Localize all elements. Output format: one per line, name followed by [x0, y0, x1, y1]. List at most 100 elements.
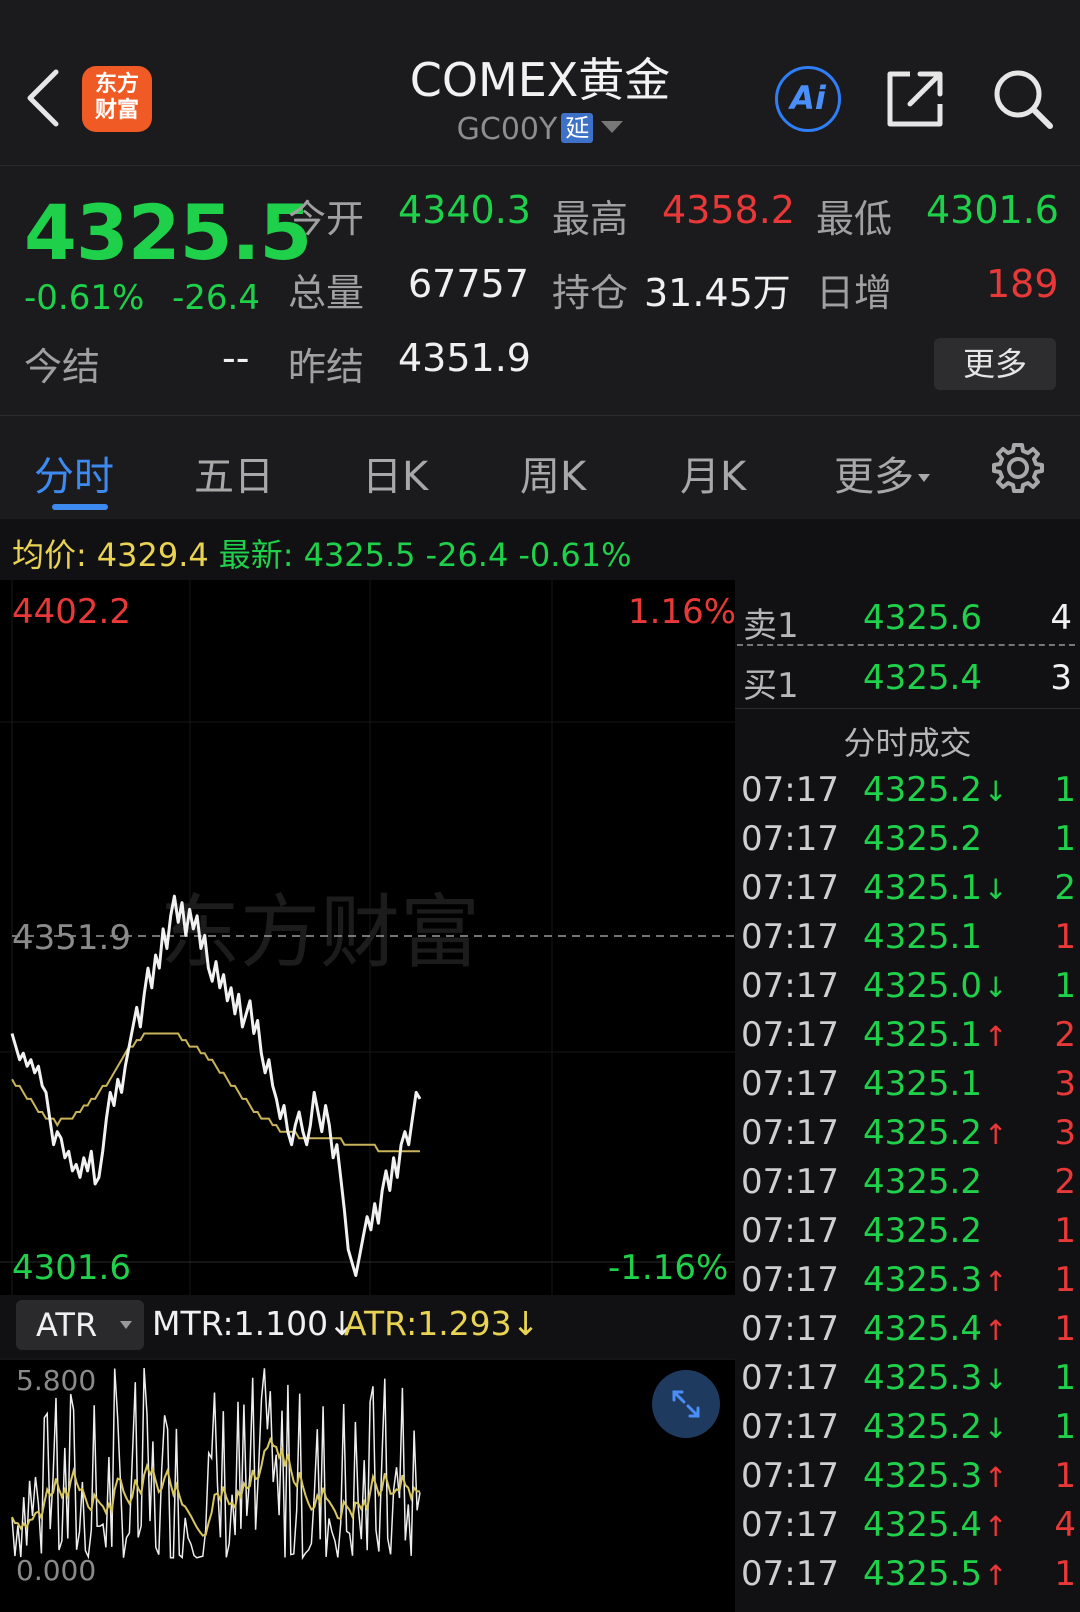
- trade-volume: 2: [1054, 1015, 1076, 1055]
- tab-more-label: 更多: [834, 454, 914, 500]
- trade-row: 07:17 4325.1 3: [735, 1064, 1080, 1113]
- trade-price: 4325.4↑: [863, 1505, 1007, 1545]
- trade-price: 4325.1↓: [863, 868, 1007, 908]
- trade-price-value: 4325.1: [863, 1015, 982, 1055]
- indicator-selector[interactable]: ATR: [16, 1300, 144, 1350]
- quote-panel: 4325.5 -0.61% -26.4 今开 4340.3 最高 4358.2 …: [0, 165, 1080, 415]
- trade-volume: 3: [1054, 1113, 1076, 1153]
- caret-down-icon: [918, 474, 930, 482]
- trade-direction-arrow: ↑: [983, 1559, 1008, 1592]
- share-icon[interactable]: [884, 68, 946, 130]
- atr-arrow: ↓: [511, 1304, 540, 1343]
- latest-price-value: 4325.5: [303, 536, 416, 574]
- trade-price-value: 4325.3: [863, 1358, 982, 1398]
- volume-value: 67757: [408, 262, 529, 306]
- more-quote-button[interactable]: 更多: [934, 338, 1056, 390]
- trade-time: 07:17: [741, 1015, 839, 1055]
- trade-row: 07:17 4325.2 1: [735, 1211, 1080, 1260]
- trade-time: 07:17: [741, 819, 839, 859]
- bid-price: 4325.4: [863, 658, 982, 698]
- trade-price-value: 4325.3: [863, 1456, 982, 1496]
- atr-indicator-chart[interactable]: 5.800 0.000: [0, 1358, 735, 1612]
- trade-price: 4325.3↑: [863, 1456, 1007, 1496]
- daily-increase-value: 189: [986, 262, 1059, 306]
- trade-row: 07:17 4325.0↓ 1: [735, 966, 1080, 1015]
- trade-time: 07:17: [741, 917, 839, 957]
- open-interest-label: 持仓: [552, 271, 629, 315]
- tab-weekly-k[interactable]: 周K: [520, 444, 586, 502]
- pct-axis-bottom-label: -1.16%: [608, 1248, 729, 1288]
- trade-time: 07:17: [741, 1554, 839, 1594]
- trade-row: 07:17 4325.4↑ 4: [735, 1505, 1080, 1554]
- trade-price-value: 4325.2: [863, 819, 982, 859]
- search-icon[interactable]: [990, 66, 1054, 130]
- open-value: 4340.3: [398, 188, 531, 232]
- settle-value: --: [222, 336, 250, 380]
- trade-row: 07:17 4325.2↓ 1: [735, 1407, 1080, 1456]
- trade-direction-arrow: ↓: [983, 775, 1008, 808]
- high-label: 最高: [552, 197, 629, 241]
- expand-chart-button[interactable]: [652, 1370, 720, 1438]
- tab-more[interactable]: 更多: [834, 444, 930, 502]
- trade-price-value: 4325.2: [863, 1162, 982, 1202]
- trade-row: 07:17 4325.5↑ 1: [735, 1554, 1080, 1603]
- tab-monthly-k[interactable]: 月K: [680, 444, 746, 502]
- trade-price: 4325.2↓: [863, 770, 1007, 810]
- trade-price: 4325.3↓: [863, 1358, 1007, 1398]
- trade-volume: 2: [1054, 1162, 1076, 1202]
- trade-price: 4325.2↑: [863, 1113, 1007, 1153]
- gear-icon[interactable]: [990, 440, 1046, 496]
- expand-icon: [672, 1390, 700, 1418]
- open-interest-value: 31.45万: [644, 271, 791, 315]
- y-axis-mid-label: 4351.9: [12, 918, 131, 958]
- tab-daily-k[interactable]: 日K: [362, 444, 428, 502]
- trade-row: 07:17 4325.4↑ 1: [735, 1309, 1080, 1358]
- instrument-code: GC00Y: [456, 112, 558, 147]
- trade-row: 07:17 4325.3↑ 1: [735, 1456, 1080, 1505]
- ask-price: 4325.6: [863, 598, 982, 638]
- trade-direction-arrow: ↓: [983, 971, 1008, 1004]
- atr-y-bottom-label: 0.000: [16, 1554, 96, 1587]
- daily-increase-label: 日增: [816, 271, 893, 315]
- trade-row: 07:17 4325.3↓ 1: [735, 1358, 1080, 1407]
- ask-label: 卖1: [743, 606, 799, 646]
- bid-volume: 3: [1050, 658, 1072, 698]
- tab-intraday[interactable]: 分时: [34, 444, 114, 502]
- trade-row: 07:17 4325.1 1: [735, 917, 1080, 966]
- trade-volume: 1: [1054, 770, 1076, 810]
- latest-price-label: 最新:: [218, 536, 294, 574]
- trade-price: 4325.3↑: [863, 1260, 1007, 1300]
- tab-five-day[interactable]: 五日: [194, 444, 274, 502]
- trade-volume: 1: [1054, 1211, 1076, 1251]
- prev-settle-value: 4351.9: [398, 336, 531, 380]
- trade-price: 4325.2: [863, 1162, 984, 1202]
- low-label: 最低: [816, 197, 893, 241]
- trade-price-value: 4325.3: [863, 1260, 982, 1300]
- trade-price: 4325.1↑: [863, 1015, 1007, 1055]
- ask-row: 卖1 4325.6 4: [735, 598, 1080, 648]
- trade-price-value: 4325.2: [863, 1113, 982, 1153]
- y-axis-bottom-label: 4301.6: [12, 1248, 131, 1288]
- trade-row: 07:17 4325.2↓ 1: [735, 770, 1080, 819]
- trade-direction-arrow: ↑: [983, 1265, 1008, 1298]
- trade-volume: 1: [1054, 966, 1076, 1006]
- latest-change-value: -26.4: [425, 536, 509, 574]
- trade-direction-arrow: ↑: [983, 1118, 1008, 1151]
- trade-price: 4325.2: [863, 1211, 984, 1251]
- bid-row: 买1 4325.4 3: [735, 658, 1080, 708]
- time-trades-title: 分时成交: [843, 724, 972, 762]
- panel-divider: [735, 708, 1080, 709]
- y-axis-top-label: 4402.2: [12, 592, 131, 632]
- ai-assistant-button[interactable]: Ai: [775, 66, 841, 132]
- trade-price-value: 4325.2: [863, 770, 982, 810]
- trade-price: 4325.2: [863, 819, 984, 859]
- volume-label: 总量: [288, 271, 365, 315]
- trade-volume: 1: [1054, 1554, 1076, 1594]
- trade-time: 07:17: [741, 1211, 839, 1251]
- trade-row: 07:17 4325.2 2: [735, 1162, 1080, 1211]
- atr-value: ATR:1.293: [344, 1304, 512, 1343]
- trade-time: 07:17: [741, 770, 839, 810]
- change-amount: -26.4: [172, 278, 260, 318]
- trade-price-value: 4325.1: [863, 917, 982, 957]
- prev-settle-label: 昨结: [288, 345, 365, 389]
